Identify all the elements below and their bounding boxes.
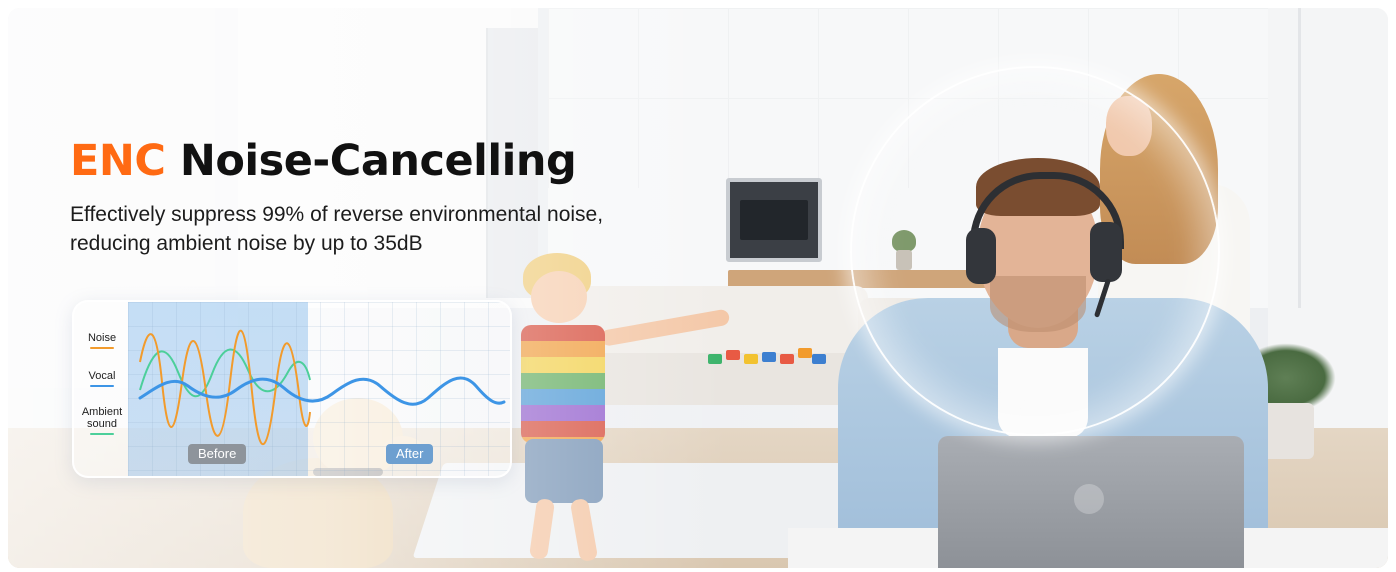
laptop-logo (1074, 484, 1104, 514)
product-banner: ENC Noise-Cancelling Effectively suppres… (8, 8, 1388, 568)
subtitle-line-2: reducing ambient noise by up to 35dB (70, 232, 423, 255)
page-title: ENC Noise-Cancelling (70, 136, 577, 186)
subtitle-line-1: Effectively suppress 99% of reverse envi… (70, 203, 604, 226)
noise-shield-halo (850, 66, 1220, 436)
text-overlay-fade (8, 8, 728, 568)
oven-window (740, 200, 808, 240)
vocal-wave (138, 376, 506, 406)
title-text: Noise-Cancelling (179, 136, 577, 186)
wall-oven (726, 178, 822, 262)
title-accent: ENC (70, 136, 166, 186)
window-frame (1298, 8, 1341, 308)
noise-cancelling-diagram: Noise Vocal Ambient sound Before After (72, 300, 512, 478)
subtitle: Effectively suppress 99% of reverse envi… (70, 200, 710, 258)
laptop (938, 436, 1244, 568)
before-label: Before (188, 444, 247, 464)
waveform-graphic (138, 329, 506, 446)
after-label: After (386, 444, 434, 464)
